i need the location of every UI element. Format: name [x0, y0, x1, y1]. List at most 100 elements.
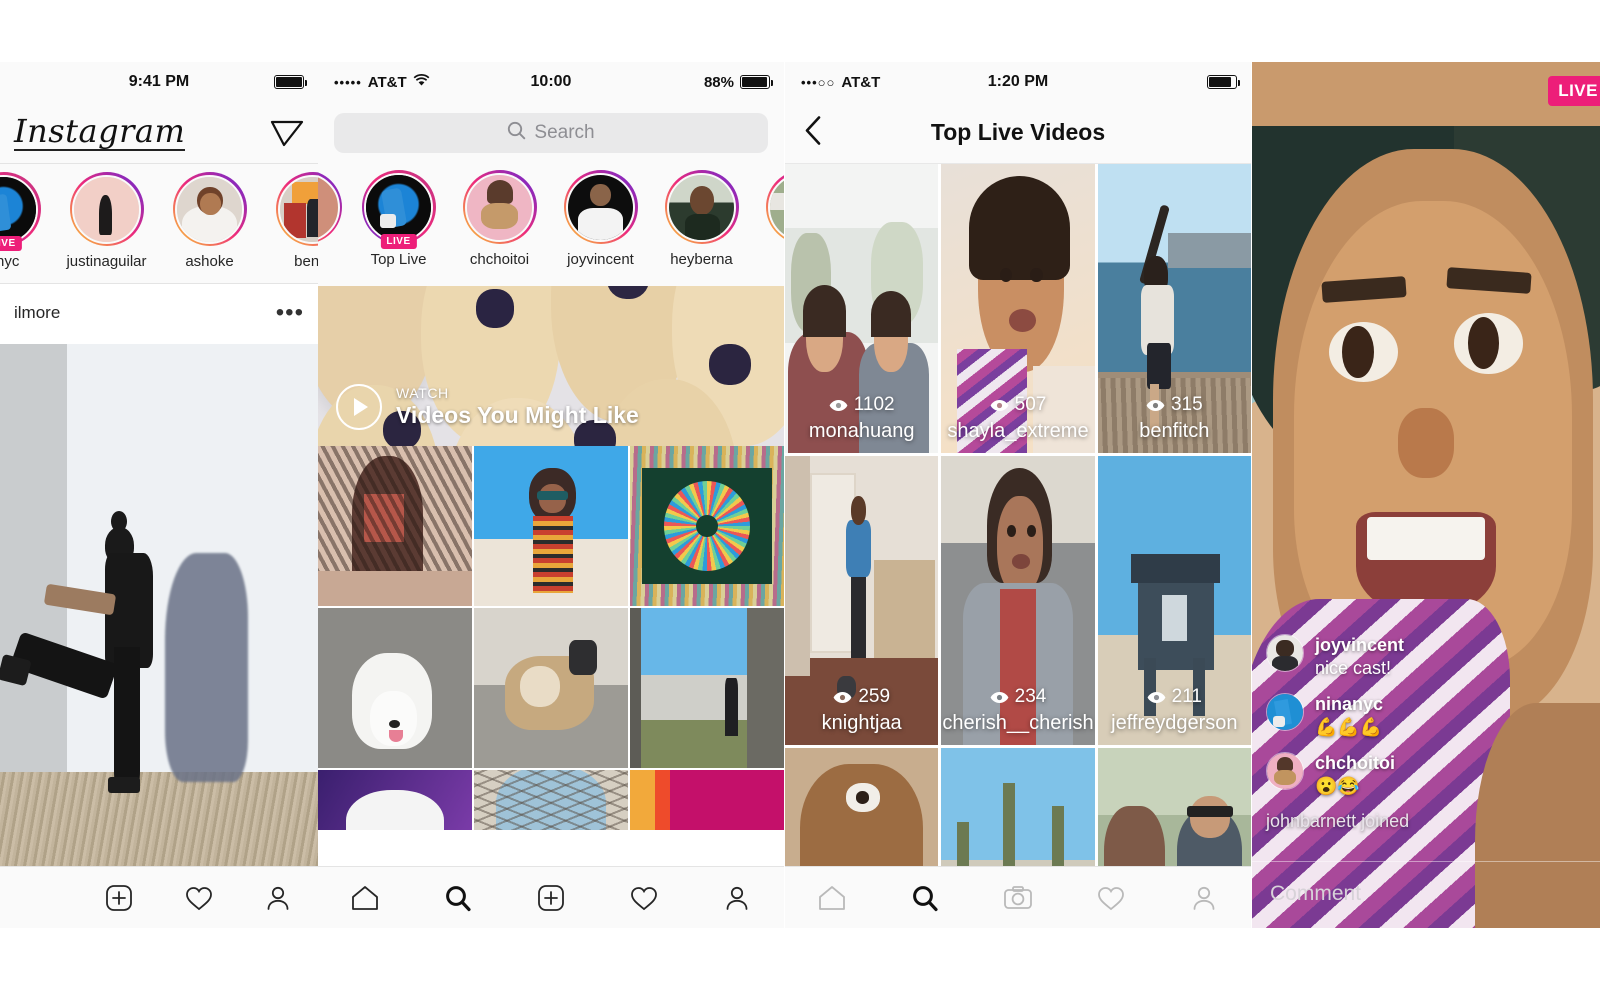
profile-tab[interactable] — [250, 875, 306, 921]
live-video-meta: 507 shayla_extreme — [941, 394, 1094, 443]
explore-photo-grid[interactable] — [318, 446, 784, 830]
play-icon[interactable] — [336, 384, 382, 430]
story-item[interactable]: benjir — [261, 172, 318, 270]
live-comments-list: joyvincent nice cast! ninanyc 💪💪💪 chchoi… — [1252, 634, 1600, 832]
story-username: justinaguilar — [66, 253, 147, 270]
watch-videos-card[interactable]: WATCH Videos You Might Like — [318, 286, 784, 446]
story-item[interactable]: ashoke — [158, 172, 261, 270]
avatar[interactable] — [1266, 693, 1304, 731]
live-video-meta: 315 benfitch — [1098, 394, 1251, 443]
carrier-name: AT&T — [367, 73, 407, 91]
grid-photo[interactable] — [318, 446, 472, 606]
battery-percent: 88% — [703, 73, 734, 91]
chevron-left-icon[interactable] — [803, 114, 823, 151]
panel-feed: 9:41 PM Instagram LIVE — [0, 62, 318, 928]
avatar[interactable] — [1266, 752, 1304, 790]
comment-item: joyvincent nice cast! — [1266, 634, 1586, 679]
feed-story-tray[interactable]: LIVE anyc justinaguilar — [0, 164, 318, 284]
story-username: chchoitoi — [469, 251, 530, 268]
story-item[interactable]: LIVE Top Live — [348, 170, 449, 268]
grid-photo[interactable] — [630, 770, 784, 830]
live-video-cell[interactable]: 315 benfitch — [1097, 164, 1251, 453]
story-ring: LIVE — [0, 172, 41, 251]
tab-bar-explore[interactable] — [318, 866, 784, 928]
view-count: 259 — [785, 686, 938, 708]
post-username[interactable]: ilmore — [14, 303, 60, 323]
grid-photo[interactable] — [474, 770, 628, 830]
comment-text: 😮😂 — [1315, 775, 1360, 796]
story-item[interactable]: joyvincent — [550, 170, 651, 268]
home-tab[interactable] — [337, 875, 393, 921]
comment-placeholder: Comment — [1270, 882, 1362, 905]
viewers-icon — [990, 691, 1009, 703]
live-video-cell[interactable]: 259 knightjaa — [785, 456, 939, 745]
search-input[interactable]: Search — [334, 113, 768, 153]
screenshot-root: 9:41 PM Instagram LIVE — [0, 0, 1600, 1000]
grid-photo[interactable] — [630, 446, 784, 606]
add-post-tab[interactable] — [91, 875, 147, 921]
broadcaster-name: monahuang — [808, 420, 915, 442]
search-placeholder: Search — [534, 122, 595, 143]
story-ring — [563, 170, 638, 244]
story-item[interactable]: chchoitoi — [449, 170, 550, 268]
wifi-icon — [413, 73, 430, 91]
viewers-icon — [990, 399, 1009, 411]
tab-bar-top-live[interactable] — [785, 866, 1251, 928]
camera-tab[interactable] — [990, 875, 1046, 921]
live-video-cell[interactable]: 1102 monahuang — [785, 164, 939, 453]
grid-photo[interactable] — [474, 608, 628, 768]
broadcaster-name: shayla_extreme — [947, 420, 1089, 442]
story-ring — [69, 172, 144, 246]
live-badge: LIVE — [380, 234, 417, 249]
live-video-cell[interactable]: 234 cherish__cherish — [941, 456, 1095, 745]
avatar[interactable] — [1266, 634, 1304, 672]
avatar — [768, 172, 784, 242]
profile-tab[interactable] — [1176, 875, 1232, 921]
search-tab[interactable] — [430, 875, 486, 921]
comment-input[interactable]: Comment — [1252, 861, 1600, 906]
story-item-partial[interactable] — [318, 170, 348, 244]
instagram-logo: Instagram — [14, 111, 186, 151]
status-time: 9:41 PM — [128, 73, 190, 90]
avatar[interactable] — [1252, 62, 1600, 126]
grid-photo[interactable] — [318, 770, 472, 830]
explore-story-tray[interactable]: LIVE Top Live chchoitoi joyvincent heybe… — [318, 164, 784, 286]
live-video-cell[interactable]: 211 jeffreydgerson — [1097, 456, 1251, 745]
status-battery: 88% — [703, 73, 773, 91]
story-username: joyvincent — [567, 251, 634, 268]
home-tab[interactable] — [12, 875, 68, 921]
story-item[interactable]: heyberna — [651, 170, 752, 268]
story-item[interactable]: LIVE anyc — [0, 172, 55, 270]
live-video-cell[interactable]: 507 shayla_extreme — [941, 164, 1095, 453]
story-username: heyberna — [670, 251, 733, 268]
status-carrier: ••••• AT&T — [334, 74, 430, 91]
home-tab[interactable] — [804, 875, 860, 921]
story-item[interactable]: justinaguilar — [55, 172, 158, 270]
feed-nav-bar: Instagram — [0, 102, 318, 164]
comment-item: ninanyc 💪💪💪 — [1266, 693, 1586, 738]
story-ring — [172, 172, 247, 246]
view-count: 507 — [941, 394, 1094, 416]
direct-message-icon[interactable] — [270, 118, 304, 148]
panel-live-stream: shayla_extreme LIVE joyvincent nice cast… — [1252, 62, 1600, 928]
add-post-tab[interactable] — [523, 875, 579, 921]
grid-photo[interactable] — [630, 608, 784, 768]
story-item[interactable]: rourk — [752, 170, 784, 268]
search-tab[interactable] — [897, 875, 953, 921]
explore-search-bar[interactable]: Search — [318, 102, 784, 164]
grid-photo[interactable] — [318, 608, 472, 768]
live-video-meta: 259 knightjaa — [785, 686, 938, 735]
profile-tab[interactable] — [709, 875, 765, 921]
grid-photo[interactable] — [474, 446, 628, 606]
activity-tab[interactable] — [171, 875, 227, 921]
live-video-grid[interactable]: 1102 monahuang 507 shayla_extreme 315 be… — [785, 164, 1251, 908]
post-header[interactable]: ilmore ••• — [0, 284, 318, 342]
story-username: Top Live — [370, 251, 427, 268]
activity-tab[interactable] — [1083, 875, 1139, 921]
comment-text: nice cast! — [1315, 657, 1392, 678]
tab-bar-feed[interactable] — [0, 866, 318, 928]
live-video-meta: 234 cherish__cherish — [941, 686, 1094, 735]
activity-tab[interactable] — [616, 875, 672, 921]
avatar — [175, 174, 244, 244]
watch-eyebrow: WATCH — [396, 385, 449, 402]
